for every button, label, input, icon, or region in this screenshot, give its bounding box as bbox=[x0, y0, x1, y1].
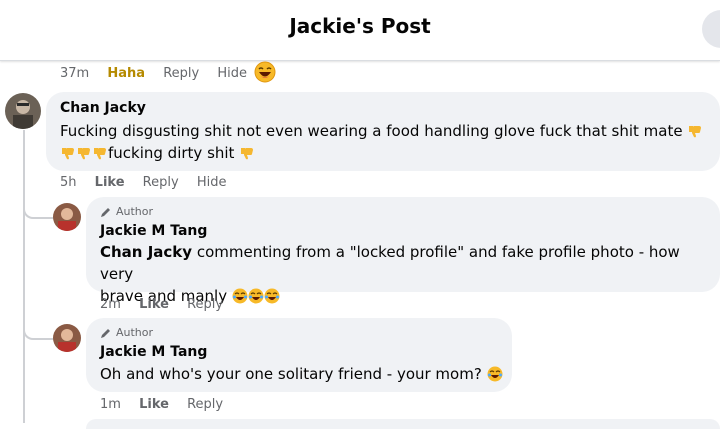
thumbs-down-icon bbox=[78, 148, 90, 160]
reply-bubble: Author Jackie M Tang Oh and who's your o… bbox=[86, 318, 512, 392]
comment-time: 37m bbox=[60, 66, 90, 81]
thread-connector bbox=[23, 197, 55, 219]
comment-text: Fucking disgusting shit not even wearing… bbox=[60, 120, 710, 164]
hide-link[interactable]: Hide bbox=[217, 66, 247, 81]
author-badge-label: Author bbox=[116, 205, 154, 218]
reply-time: 2m bbox=[100, 297, 121, 312]
avatar[interactable] bbox=[53, 324, 81, 352]
page-title: Jackie's Post bbox=[289, 14, 431, 38]
thread-connector bbox=[23, 318, 55, 340]
mention-link[interactable]: Chan Jacky bbox=[100, 243, 192, 261]
comment-meta: 5h Like Reply Hide bbox=[60, 175, 240, 190]
tears-of-joy-icon bbox=[264, 288, 280, 304]
comment-bubble: Chan Jacky Fucking disgusting shit not e… bbox=[46, 92, 720, 171]
comment-author-name[interactable]: Chan Jacky bbox=[60, 100, 146, 116]
avatar[interactable] bbox=[53, 203, 81, 231]
tears-of-joy-icon bbox=[487, 366, 503, 382]
reply-text: Oh and who's your one solitary friend - … bbox=[100, 363, 510, 385]
thumbs-down-icon bbox=[689, 126, 702, 138]
previous-comment-meta: 37m Haha Reply Hide bbox=[60, 66, 261, 81]
reply-meta: 2m Like Reply bbox=[100, 297, 237, 312]
post-header: Jackie's Post bbox=[0, 0, 720, 61]
reply-link[interactable]: Reply bbox=[187, 397, 223, 412]
thread-line bbox=[23, 130, 25, 423]
comment-text-line2: fucking dirty shit bbox=[108, 144, 235, 162]
avatar[interactable] bbox=[5, 93, 41, 129]
reply-time: 1m bbox=[100, 397, 121, 412]
thumbs-down-icon bbox=[62, 148, 74, 160]
reply-author-name[interactable]: Jackie M Tang bbox=[100, 223, 207, 239]
reply-bubble: Author Jackie M Tang Chan Jacky commenti… bbox=[86, 197, 720, 305]
hide-link[interactable]: Hide bbox=[197, 175, 227, 190]
reply-author-name[interactable]: Jackie M Tang bbox=[100, 344, 207, 360]
pencil-icon bbox=[101, 207, 110, 217]
author-badge: Author bbox=[100, 326, 153, 339]
haha-reaction-link[interactable]: Haha bbox=[107, 66, 145, 81]
like-link[interactable]: Like bbox=[139, 297, 169, 312]
laughing-face-icon[interactable] bbox=[254, 61, 276, 83]
thumbs-down-icon bbox=[241, 148, 254, 160]
comment-time: 5h bbox=[60, 175, 77, 190]
reply-link[interactable]: Reply bbox=[163, 66, 199, 81]
tears-of-joy-icon bbox=[248, 288, 264, 304]
reply-link[interactable]: Reply bbox=[187, 297, 223, 312]
pencil-icon bbox=[101, 328, 110, 338]
like-link[interactable]: Like bbox=[139, 397, 169, 412]
reply-text-body: Oh and who's your one solitary friend - … bbox=[100, 365, 482, 383]
reply-link[interactable]: Reply bbox=[143, 175, 179, 190]
thumbs-down-icon bbox=[94, 148, 106, 160]
reply-meta: 1m Like Reply bbox=[100, 397, 237, 412]
like-link[interactable]: Like bbox=[95, 175, 125, 190]
comment-text-line1: Fucking disgusting shit not even wearing… bbox=[60, 122, 683, 140]
author-badge-label: Author bbox=[116, 326, 154, 339]
author-badge: Author bbox=[100, 205, 153, 218]
next-comment-bubble bbox=[86, 419, 720, 429]
